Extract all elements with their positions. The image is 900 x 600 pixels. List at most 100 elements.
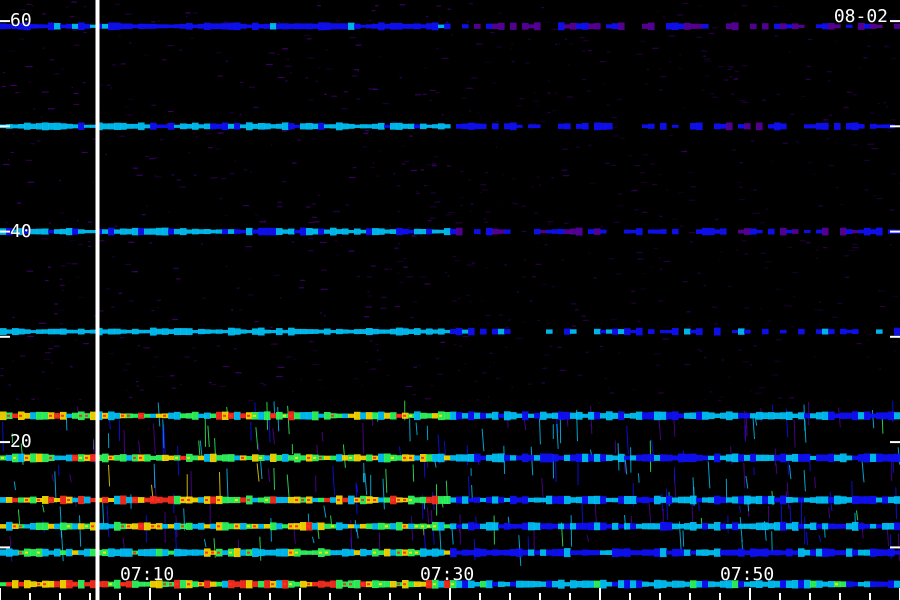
emission-band-segment xyxy=(606,497,613,503)
emission-band-segment xyxy=(654,579,661,589)
emission-band-segment xyxy=(144,413,151,418)
emission-band-segment xyxy=(72,228,79,235)
emission-band-segment xyxy=(852,521,859,531)
emission-band-hotspot xyxy=(229,551,232,554)
noise-speckle xyxy=(136,174,143,176)
emission-band-segment xyxy=(654,229,661,234)
noise-streak xyxy=(623,462,626,473)
noise-speckle xyxy=(318,194,321,196)
noise-speckle xyxy=(530,128,535,130)
emission-band-segment xyxy=(48,229,55,234)
noise-streak xyxy=(665,488,669,521)
noise-speckle xyxy=(828,164,834,167)
emission-band-segment xyxy=(192,455,199,461)
emission-band-segment xyxy=(144,454,151,462)
emission-band-segment xyxy=(504,549,511,556)
emission-band-segment xyxy=(132,227,139,236)
noise-speckle xyxy=(242,205,250,207)
emission-band-segment xyxy=(390,122,397,130)
emission-band-segment xyxy=(660,122,667,130)
noise-speckle xyxy=(185,12,191,14)
emission-band-segment xyxy=(738,124,745,129)
noise-speckle xyxy=(547,92,551,94)
emission-band-segment xyxy=(594,522,601,531)
emission-band-segment xyxy=(684,22,691,30)
noise-speckle xyxy=(141,214,146,216)
emission-band-segment xyxy=(522,522,529,530)
noise-speckle xyxy=(447,8,451,10)
emission-band-segment xyxy=(804,524,811,529)
noise-speckle xyxy=(278,22,281,24)
emission-band-segment xyxy=(252,123,259,129)
noise-speckle xyxy=(312,216,317,218)
noise-speckle xyxy=(516,291,519,293)
emission-band-segment xyxy=(762,454,769,462)
noise-speckle xyxy=(219,385,227,387)
noise-speckle xyxy=(416,364,421,366)
emission-band-segment xyxy=(888,454,895,462)
emission-band-segment xyxy=(30,581,37,588)
noise-speckle xyxy=(615,273,622,275)
emission-band-segment xyxy=(894,580,900,588)
noise-streak xyxy=(530,446,534,476)
emission-band-segment xyxy=(402,123,409,129)
emission-band-segment xyxy=(780,227,787,236)
emission-band-segment xyxy=(474,123,481,130)
emission-band-hotspot xyxy=(175,456,178,459)
emission-band-segment xyxy=(162,454,169,461)
noise-speckle xyxy=(476,399,479,401)
noise-speckle xyxy=(154,356,159,358)
emission-band-segment xyxy=(474,548,481,557)
x-tick xyxy=(389,593,391,600)
emission-band-segment xyxy=(150,413,157,418)
emission-band-segment xyxy=(564,523,571,530)
emission-band-segment xyxy=(750,453,757,462)
emission-band-segment xyxy=(300,412,307,420)
emission-band-segment xyxy=(198,455,205,461)
noise-speckle xyxy=(650,266,653,268)
emission-band-segment xyxy=(816,496,823,504)
emission-band-segment xyxy=(756,122,763,131)
noise-speckle xyxy=(744,307,750,309)
noise-streak xyxy=(268,416,271,443)
noise-speckle xyxy=(356,275,360,278)
emission-band-segment xyxy=(126,496,133,504)
noise-speckle xyxy=(364,316,370,318)
emission-band-segment xyxy=(588,23,595,30)
emission-band-segment xyxy=(60,455,67,461)
noise-streak xyxy=(162,430,164,455)
noise-speckle xyxy=(498,314,503,316)
emission-band-segment xyxy=(768,495,775,505)
emission-band-segment xyxy=(108,227,115,236)
emission-band-segment xyxy=(492,328,499,335)
emission-band-segment xyxy=(840,453,847,463)
noise-speckle xyxy=(248,294,254,296)
emission-band-hotspot xyxy=(109,583,112,586)
emission-band-segment xyxy=(168,524,175,529)
noise-speckle xyxy=(124,106,129,108)
emission-band-segment xyxy=(360,548,367,557)
emission-band-segment xyxy=(534,550,541,555)
emission-band-segment xyxy=(564,123,571,130)
noise-speckle xyxy=(687,172,694,174)
emission-band-hotspot xyxy=(205,551,208,554)
noise-speckle xyxy=(602,83,604,85)
emission-band-segment xyxy=(786,548,793,557)
emission-band-hotspot xyxy=(187,583,190,586)
emission-band-segment xyxy=(558,579,565,589)
noise-speckle xyxy=(65,221,67,223)
emission-band-segment xyxy=(510,412,517,420)
emission-band-segment xyxy=(438,549,445,556)
emission-band-segment xyxy=(876,124,883,128)
emission-band-segment xyxy=(594,580,601,588)
noise-speckle xyxy=(709,32,715,34)
noise-speckle xyxy=(610,318,618,321)
emission-band-segment xyxy=(510,22,517,30)
noise-speckle xyxy=(146,205,148,207)
emission-band-segment xyxy=(660,411,667,420)
emission-band-segment xyxy=(744,123,751,130)
emission-band-segment xyxy=(810,455,817,460)
emission-band-segment xyxy=(618,453,625,462)
emission-band-hotspot xyxy=(187,499,190,501)
emission-band-segment xyxy=(522,580,529,588)
